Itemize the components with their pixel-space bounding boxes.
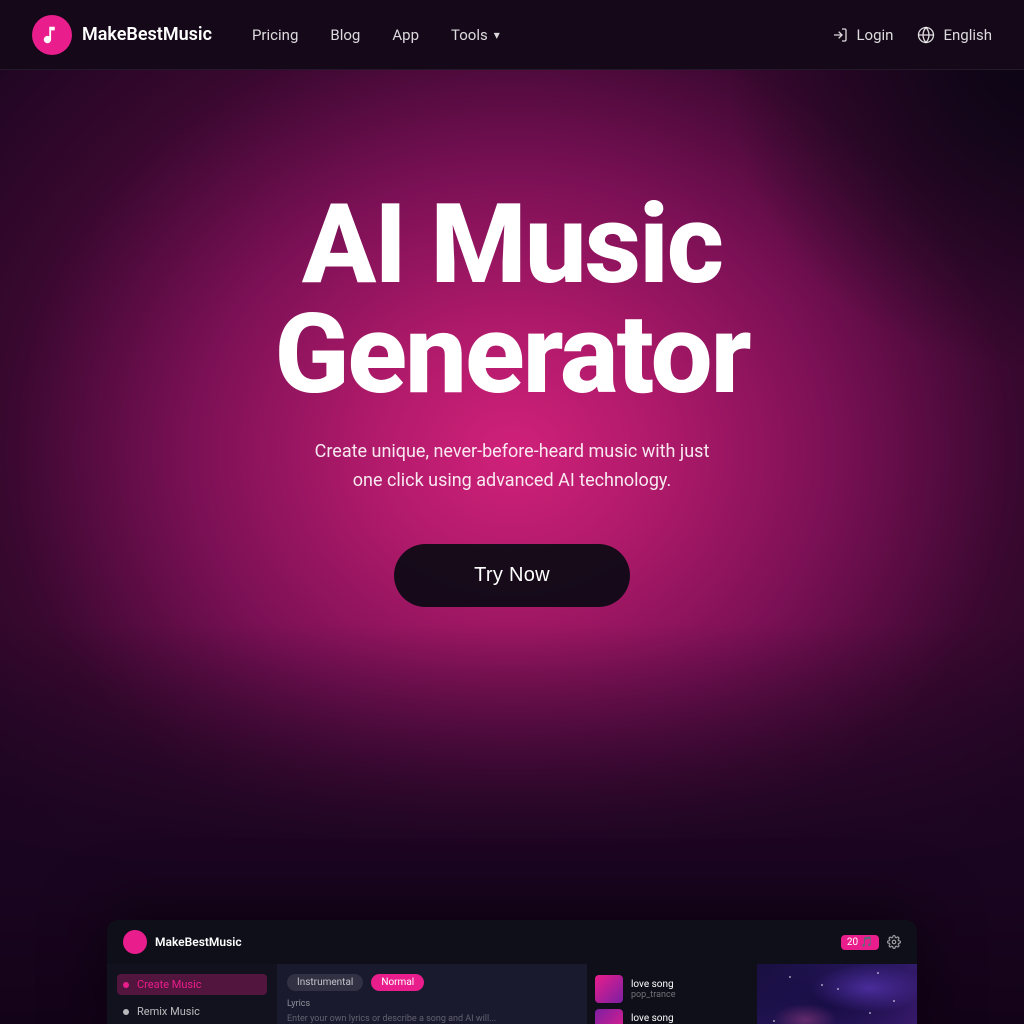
- app-sidebar: Create Music Remix Music Split Music: [107, 964, 277, 1024]
- app-preview-badge: 20 🎵: [841, 935, 879, 950]
- app-song-item-2[interactable]: love song pop_trance: [595, 1006, 749, 1024]
- logo-link[interactable]: MakeBestMusic: [32, 15, 212, 55]
- app-nebula-image: [757, 964, 917, 1024]
- language-selector[interactable]: English: [917, 26, 992, 44]
- star-field: [757, 964, 917, 1024]
- hero-subtitle: Create unique, never-before-heard music …: [302, 438, 722, 496]
- login-button[interactable]: Login: [832, 26, 893, 44]
- app-song-list: love song pop_trance love song pop_tranc…: [587, 964, 757, 1024]
- app-lyrics-placeholder: Enter your own lyrics or describe a song…: [287, 1013, 577, 1024]
- sidebar-item-create[interactable]: Create Music: [117, 974, 267, 995]
- song-title-2: love song: [631, 1013, 675, 1024]
- globe-icon: [917, 26, 935, 44]
- hero-title-line2: Generator: [274, 290, 749, 419]
- sidebar-dot-create: [123, 982, 129, 988]
- chevron-down-icon: ▾: [494, 28, 500, 42]
- tab-normal[interactable]: Normal: [371, 974, 424, 991]
- login-label: Login: [856, 26, 893, 44]
- app-preview-body: Create Music Remix Music Split Music Ins…: [107, 964, 917, 1024]
- language-label: English: [943, 26, 992, 44]
- tab-instrumental[interactable]: Instrumental: [287, 974, 363, 991]
- nav-links: Pricing Blog App Tools ▾: [252, 26, 833, 44]
- app-preview: MakeBestMusic 20 🎵 Create Music Remix Mu…: [107, 920, 917, 1024]
- sidebar-dot-remix: [123, 1009, 129, 1015]
- logo-text: MakeBestMusic: [82, 24, 212, 45]
- app-preview-logo-text: MakeBestMusic: [155, 935, 242, 949]
- app-preview-logo-circle: [123, 930, 147, 954]
- song-thumbnail-1: [595, 975, 623, 1003]
- sidebar-label-remix: Remix Music: [137, 1005, 200, 1018]
- nav-pricing[interactable]: Pricing: [252, 26, 298, 44]
- nav-tools-label: Tools: [451, 26, 488, 44]
- app-preview-logo: MakeBestMusic: [123, 930, 242, 954]
- hero-content: AI Music Generator Create unique, never-…: [274, 70, 749, 607]
- song-info-2: love song pop_trance: [631, 1013, 675, 1024]
- song-info-1: love song pop_trance: [631, 979, 675, 1000]
- song-thumbnail-2: [595, 1009, 623, 1024]
- app-preview-icons: 20 🎵: [841, 935, 901, 950]
- settings-icon: [887, 935, 901, 949]
- hero-title: AI Music Generator: [274, 190, 749, 410]
- nav-blog[interactable]: Blog: [330, 26, 360, 44]
- app-tabs: Instrumental Normal: [287, 974, 577, 991]
- app-song-item-1[interactable]: love song pop_trance: [595, 972, 749, 1006]
- app-lyrics-label: Lyrics: [287, 999, 577, 1009]
- nav-app[interactable]: App: [392, 26, 419, 44]
- login-icon: [832, 27, 848, 43]
- sidebar-item-remix[interactable]: Remix Music: [117, 1001, 267, 1022]
- music-note-icon: [41, 24, 63, 46]
- logo-icon: [32, 15, 72, 55]
- sidebar-label-create: Create Music: [137, 978, 202, 991]
- nav-right: Login English: [832, 26, 992, 44]
- app-main: Instrumental Normal Lyrics Enter your ow…: [277, 964, 587, 1024]
- hero-section: AI Music Generator Create unique, never-…: [0, 70, 1024, 1024]
- navbar: MakeBestMusic Pricing Blog App Tools ▾ L…: [0, 0, 1024, 70]
- try-now-button[interactable]: Try Now: [394, 544, 630, 607]
- app-preview-bar: MakeBestMusic 20 🎵: [107, 920, 917, 964]
- nav-tools-dropdown[interactable]: Tools ▾: [451, 26, 500, 44]
- song-genre-1: pop_trance: [631, 990, 675, 1000]
- app-right-panel: love song pop_trance love song pop_tranc…: [587, 964, 917, 1024]
- song-title-1: love song: [631, 979, 675, 990]
